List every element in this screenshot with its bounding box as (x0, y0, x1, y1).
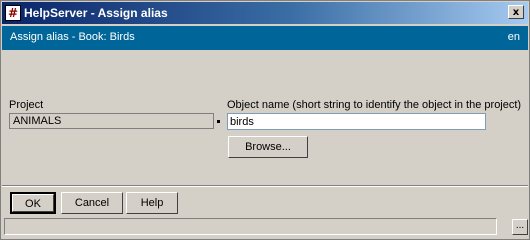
project-field: ANIMALS (9, 113, 214, 129)
dialog-window: # HelpServer - Assign alias x Assign ali… (0, 0, 530, 240)
cancel-button[interactable]: Cancel (61, 192, 123, 214)
status-bar (4, 218, 497, 235)
required-marker (217, 120, 220, 123)
help-button[interactable]: Help (126, 192, 178, 214)
app-icon: # (5, 5, 21, 21)
language-indicator: en (507, 31, 520, 43)
footer-separator (2, 185, 528, 187)
ok-button[interactable]: OK (10, 192, 56, 214)
header-bar: Assign alias - Book: Birds en (2, 26, 528, 50)
ok-button-label: OK (12, 194, 54, 212)
header-title: Assign alias - Book: Birds (10, 31, 135, 43)
title-bar[interactable]: # HelpServer - Assign alias x (2, 2, 528, 24)
window-title: HelpServer - Assign alias (24, 6, 168, 20)
close-button[interactable]: x (508, 5, 524, 19)
browse-button[interactable]: Browse... (228, 136, 308, 158)
project-label: Project (9, 99, 44, 111)
object-name-input[interactable] (227, 113, 486, 130)
more-button[interactable]: ... (512, 219, 528, 235)
object-name-label: Object name (short string to identify th… (227, 99, 522, 111)
